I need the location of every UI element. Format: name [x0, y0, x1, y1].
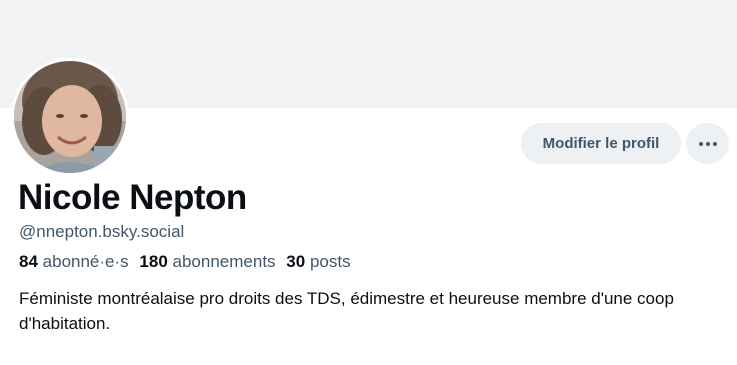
- profile-stats: 84 abonné·e·s 180 abonnements 30 posts: [19, 250, 357, 274]
- profile-bio: Féministe montréalaise pro droits des TD…: [19, 289, 674, 333]
- display-name: Nicole Nepton: [18, 178, 247, 217]
- ellipsis-icon: [698, 141, 717, 146]
- followers-count: 84: [19, 252, 38, 271]
- following-count: 180: [139, 252, 168, 271]
- posts-label: posts: [309, 252, 351, 271]
- avatar-photo: [14, 61, 126, 173]
- more-options-button[interactable]: [686, 123, 729, 164]
- avatar[interactable]: [11, 58, 129, 176]
- posts-stat: 30 posts: [286, 252, 350, 271]
- edit-profile-button[interactable]: Modifier le profil: [521, 123, 681, 164]
- profile-handle: @nnepton.bsky.social: [19, 222, 185, 241]
- profile-header: Modifier le profil Nicole Nepton @nnepto…: [0, 0, 737, 365]
- following-label: abonnements: [172, 252, 276, 271]
- following-stat[interactable]: 180 abonnements: [139, 252, 275, 271]
- followers-stat[interactable]: 84 abonné·e·s: [19, 252, 129, 271]
- posts-count: 30: [286, 252, 306, 271]
- followers-label: abonné·e·s: [42, 252, 129, 271]
